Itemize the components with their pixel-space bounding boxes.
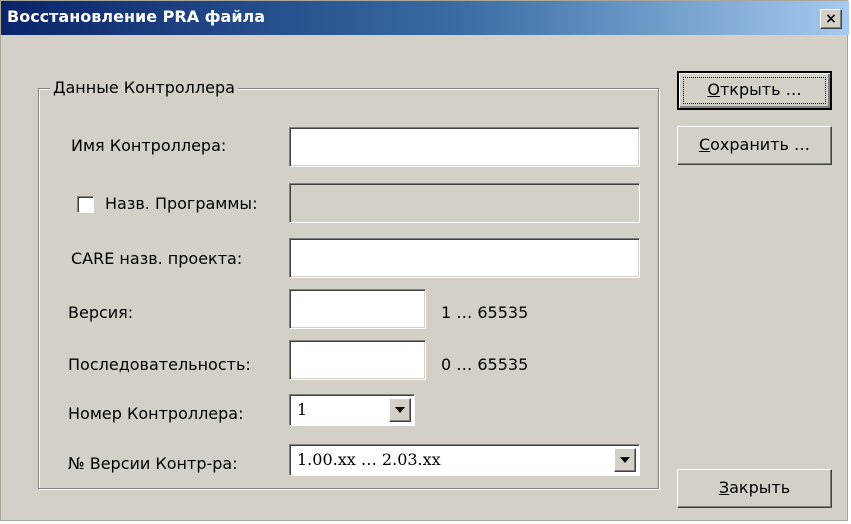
window-title: Восстановление PRA файла (7, 7, 266, 26)
sequence-label: Последовательность: (68, 355, 251, 374)
controller-version-select[interactable]: 1.00.xx … 2.03.xx (289, 444, 640, 476)
controller-number-select[interactable]: 1 (289, 394, 415, 426)
controller-number-label: Номер Контроллера: (68, 404, 244, 423)
version-input[interactable] (289, 289, 426, 329)
close-button-label: акрыть (729, 478, 791, 497)
version-range: 1 … 65535 (441, 303, 529, 322)
controller-number-value: 1 (297, 400, 308, 419)
pra-restore-dialog: Восстановление PRA файла × Данные Контро… (0, 0, 849, 521)
focus-rect (683, 77, 826, 104)
controller-number-dropdown-button[interactable] (389, 398, 411, 422)
program-name-label: Назв. Программы: (105, 194, 258, 213)
close-button[interactable]: Закрыть (677, 469, 832, 508)
close-button-mnemonic: З (718, 478, 730, 497)
title-bar[interactable]: Восстановление PRA файла × (1, 1, 849, 35)
group-title: Данные Контроллера (50, 78, 238, 97)
close-window-button[interactable]: × (820, 9, 842, 29)
program-name-input[interactable] (289, 183, 640, 223)
sequence-input[interactable] (289, 340, 426, 380)
version-label: Версия: (68, 303, 134, 322)
program-name-checkbox[interactable] (77, 196, 94, 213)
save-button-label: охранить … (710, 135, 811, 154)
save-button-mnemonic: С (698, 135, 711, 154)
chevron-down-icon (395, 407, 405, 413)
open-button[interactable]: Открыть … (677, 71, 832, 110)
controller-version-dropdown-button[interactable] (614, 448, 636, 472)
controller-name-input[interactable] (289, 127, 640, 167)
controller-version-value: 1.00.xx … 2.03.xx (297, 450, 441, 469)
sequence-range: 0 … 65535 (441, 355, 529, 374)
care-project-input[interactable] (289, 238, 640, 278)
save-button[interactable]: Сохранить … (677, 126, 832, 165)
chevron-down-icon (620, 457, 630, 463)
controller-version-label: № Версии Контр-ра: (68, 454, 238, 473)
care-project-label: CARE назв. проекта: (71, 249, 243, 268)
controller-name-label: Имя Контроллера: (71, 136, 227, 155)
